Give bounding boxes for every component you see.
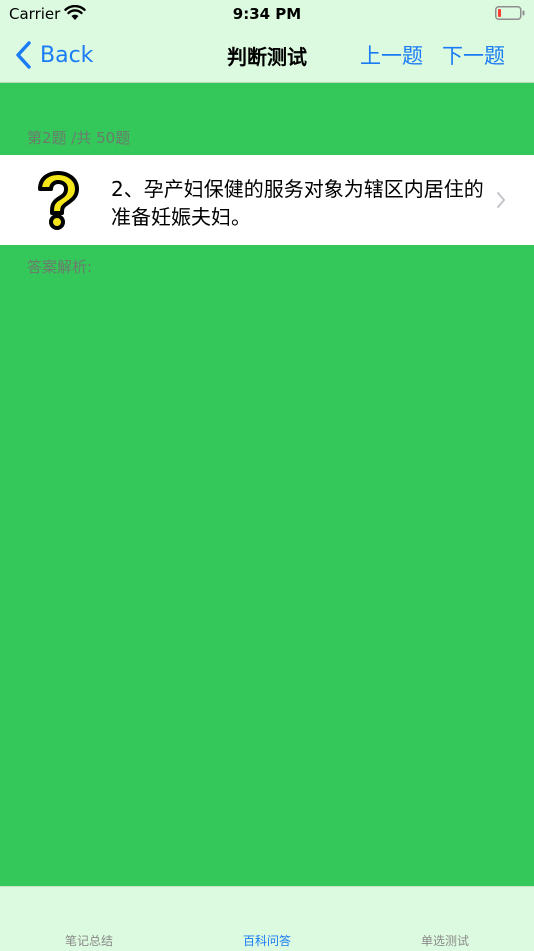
tab-bar: 笔记总结 百科问答 单选测试 <box>0 886 534 951</box>
status-time: 9:34 PM <box>232 5 302 23</box>
question-mark-icon <box>38 171 79 230</box>
tab-notes-summary[interactable]: 笔记总结 <box>0 932 178 949</box>
next-question-button[interactable]: 下一题 <box>442 40 505 70</box>
question-counter: 第2题 /共 50题 <box>27 129 131 147</box>
previous-question-button[interactable]: 上一题 <box>360 40 423 70</box>
tab-single-choice-test[interactable]: 单选测试 <box>356 932 534 949</box>
question-text: 2、孕产妇保健的服务对象为辖区内居住的准备妊娠夫妇。 <box>111 177 484 229</box>
chevron-right-icon <box>497 192 505 208</box>
navigation-bar: Back 判断测试 上一题 下一题 <box>0 28 534 83</box>
question-cell[interactable]: 2、孕产妇保健的服务对象为辖区内居住的准备妊娠夫妇。 <box>0 155 534 245</box>
answer-analysis-label: 答案解析: <box>27 258 93 276</box>
battery-icon <box>495 6 525 20</box>
main-content: 第2题 /共 50题 2、孕产妇保健的服务对象为辖区内居住的准备妊娠夫妇。 答案… <box>0 83 534 886</box>
status-bar: Carrier 9:34 PM <box>0 0 534 28</box>
tab-encyclopedia-qa[interactable]: 百科问答 <box>178 932 356 949</box>
